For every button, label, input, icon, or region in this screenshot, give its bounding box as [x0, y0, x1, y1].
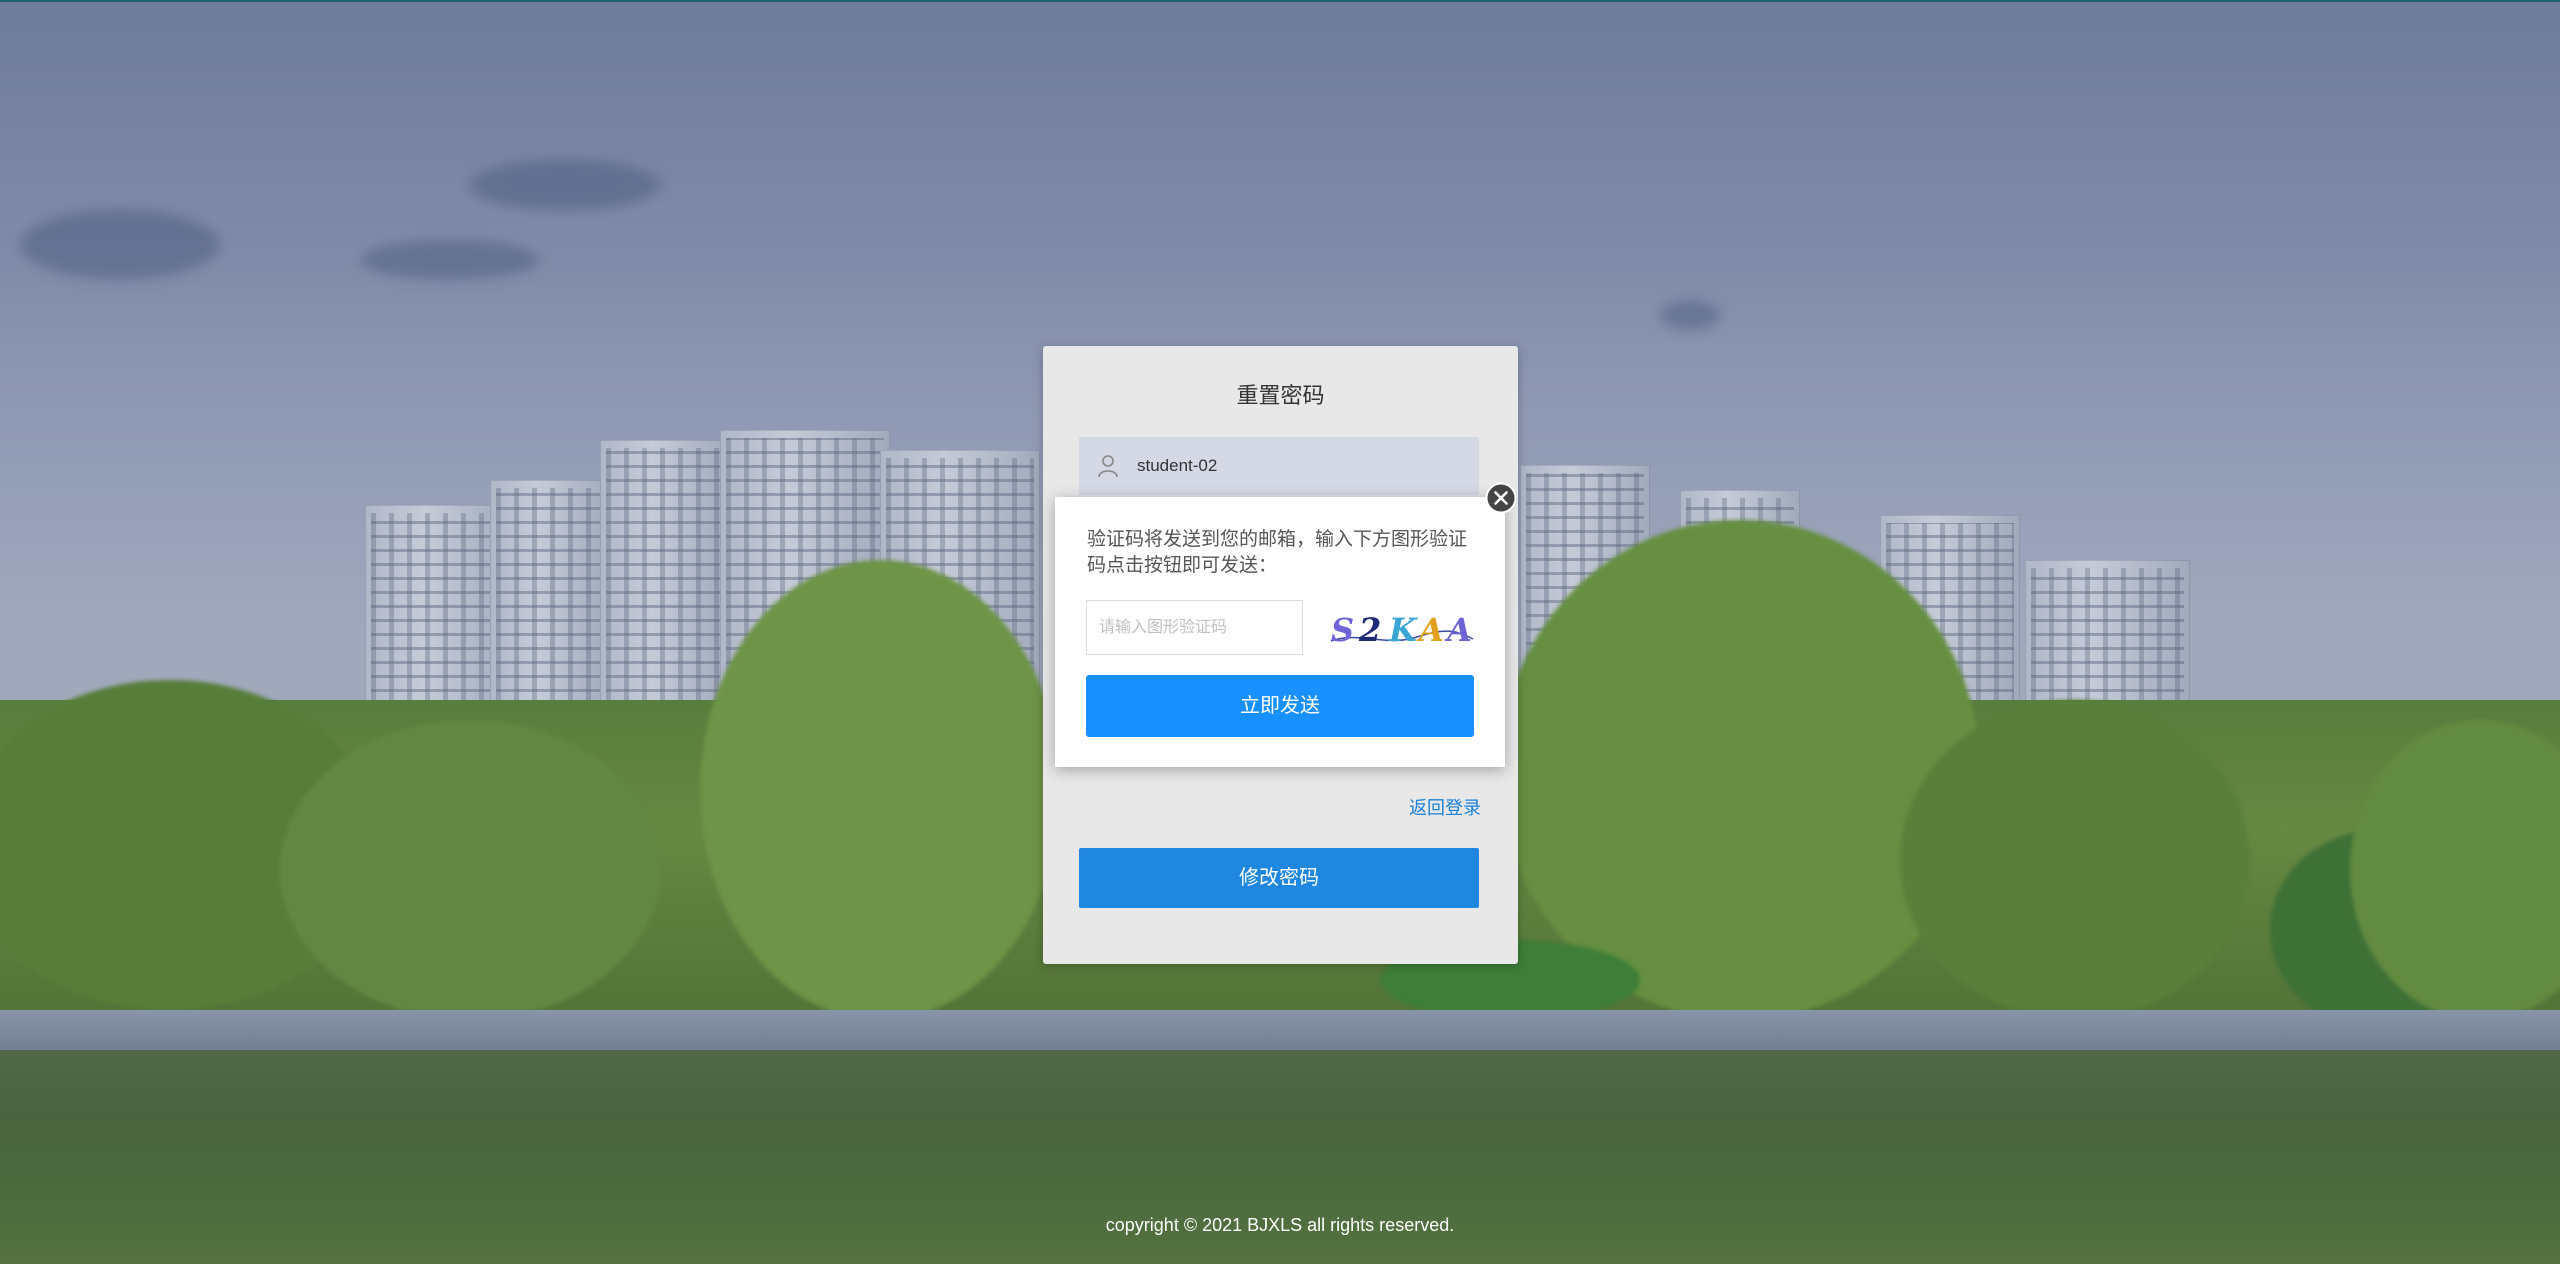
captcha-input[interactable]: [1086, 600, 1303, 655]
user-icon: [1098, 455, 1118, 478]
captcha-popup: 验证码将发送到您的邮箱，输入下方图形验证码点击按钮即可发送： S 2 K A A…: [1055, 497, 1505, 767]
captcha-char: A: [1416, 611, 1444, 649]
top-border: [0, 0, 2560, 2]
captcha-char: S: [1331, 611, 1354, 649]
page-title: 重置密码: [1236, 383, 1325, 408]
captcha-char: A: [1444, 611, 1472, 649]
close-icon[interactable]: [1485, 482, 1517, 514]
change-password-button[interactable]: 修改密码: [1079, 848, 1479, 908]
captcha-char: 2: [1358, 611, 1381, 649]
captcha-image[interactable]: S 2 K A A: [1327, 601, 1475, 655]
username-value: student-02: [1137, 456, 1218, 475]
popup-message: 验证码将发送到您的邮箱，输入下方图形验证码点击按钮即可发送：: [1087, 529, 1468, 576]
username-field[interactable]: student-02: [1079, 437, 1479, 495]
copyright-footer: copyright © 2021 BJXLS all rights reserv…: [1105, 1215, 1455, 1235]
send-now-button[interactable]: 立即发送: [1086, 675, 1474, 737]
back-to-login-link[interactable]: 返回登录: [1409, 794, 1481, 820]
captcha-char: K: [1388, 611, 1418, 649]
